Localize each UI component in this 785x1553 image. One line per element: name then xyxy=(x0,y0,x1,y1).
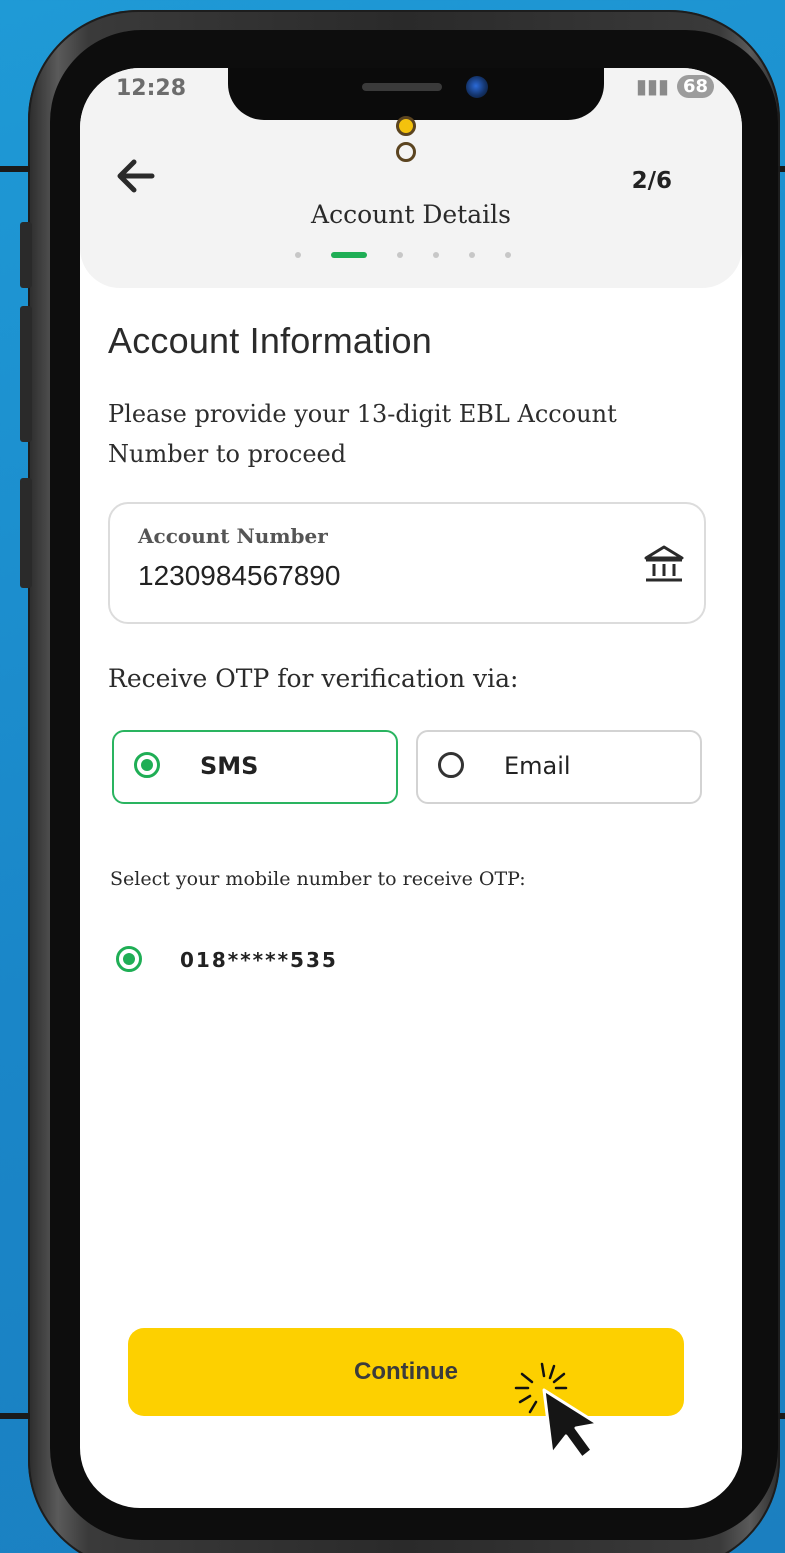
section-title: Account Information xyxy=(108,320,432,361)
back-button[interactable] xyxy=(114,156,158,196)
account-number-field[interactable]: Account Number 1230984567890 xyxy=(108,502,706,624)
mobile-number: 018*****535 xyxy=(180,948,338,972)
radio-unselected-icon xyxy=(438,752,464,778)
otp-method-label: Receive OTP for verification via: xyxy=(108,664,519,693)
header: 12:28 ▮▮▮ 68 2/6 Account Details xyxy=(80,68,742,288)
mobile-number-option[interactable]: 018*****535 xyxy=(116,944,416,974)
otp-option-sms[interactable]: SMS xyxy=(112,730,398,804)
page-title: Account Details xyxy=(311,200,511,229)
notch xyxy=(228,68,604,120)
radio-selected-icon xyxy=(134,752,160,778)
mobile-select-label: Select your mobile number to receive OTP… xyxy=(110,868,526,890)
step-counter: 2/6 xyxy=(631,168,672,194)
step-dot xyxy=(397,252,403,258)
volume-down-button xyxy=(20,478,32,588)
arrow-left-icon xyxy=(117,159,155,193)
otp-option-label: Email xyxy=(504,752,571,780)
speaker xyxy=(362,83,442,91)
status-time: 12:28 xyxy=(116,76,187,101)
app-screen: 12:28 ▮▮▮ 68 2/6 Account Details Account… xyxy=(80,68,742,1508)
camera xyxy=(466,76,488,98)
step-dot-active xyxy=(331,252,367,258)
step-indicator xyxy=(295,250,511,260)
signal-icon: ▮▮▮ xyxy=(635,74,669,98)
frame-band xyxy=(0,166,30,172)
section-description: Please provide your 13-digit EBL Account… xyxy=(108,400,617,468)
account-number-value[interactable]: 1230984567890 xyxy=(138,560,340,592)
volume-up-button xyxy=(20,306,32,442)
ring-icon xyxy=(396,116,416,136)
otp-option-email[interactable]: Email xyxy=(416,730,702,804)
step-dot xyxy=(433,252,439,258)
pointer-cursor-icon xyxy=(514,1362,600,1460)
otp-option-label: SMS xyxy=(200,752,259,780)
battery-icon: 68 xyxy=(676,74,714,98)
step-dot xyxy=(469,252,475,258)
ring-icon xyxy=(396,142,416,162)
frame-band xyxy=(0,1413,30,1419)
step-dot xyxy=(505,252,511,258)
radio-selected-icon xyxy=(116,946,142,972)
step-dot xyxy=(295,252,301,258)
account-number-label: Account Number xyxy=(138,524,328,548)
status-icons: ▮▮▮ 68 xyxy=(636,74,714,98)
bank-icon xyxy=(644,545,684,582)
mute-switch xyxy=(20,222,32,288)
progress-rings xyxy=(394,116,418,166)
